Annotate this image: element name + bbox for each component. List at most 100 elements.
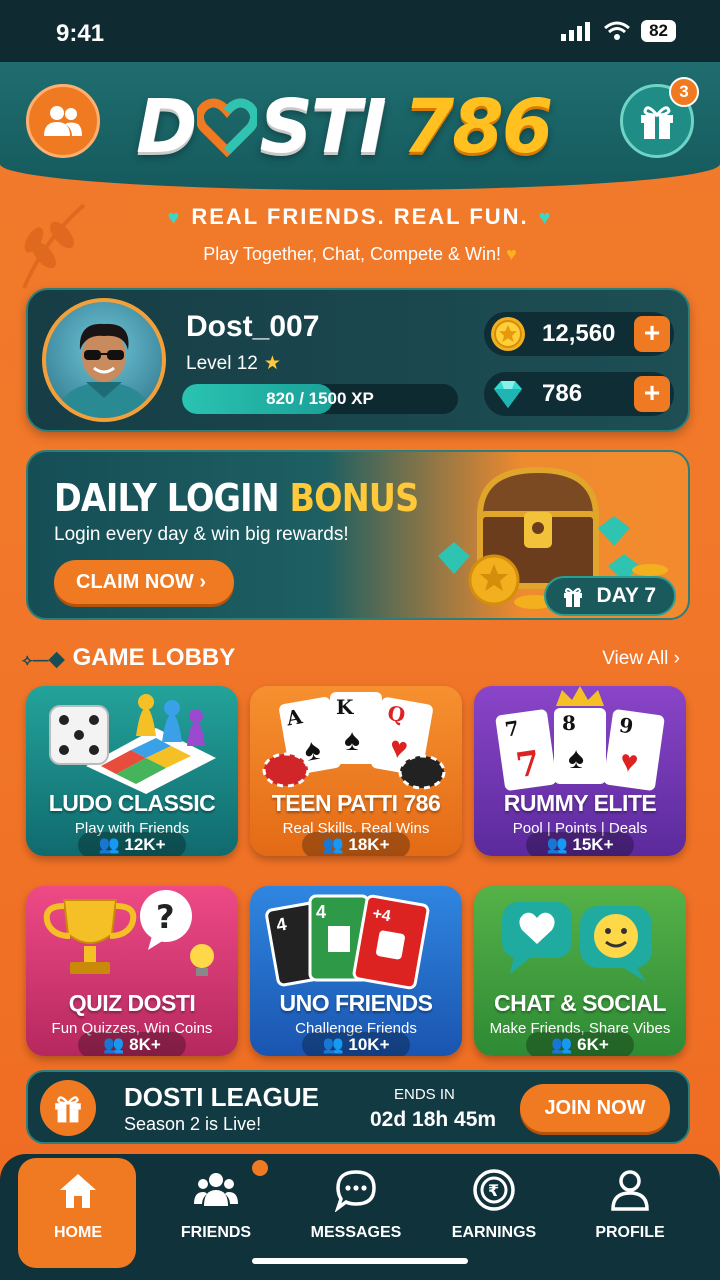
game-tile-ludo[interactable]: LUDO CLASSIC Play with Friends 👥 12K+	[26, 686, 238, 856]
nav-profile[interactable]: PROFILE	[570, 1158, 690, 1268]
nav-home[interactable]: HOME	[18, 1158, 136, 1268]
player-count-text: 6K+	[577, 1035, 609, 1054]
bonus-subtitle: Login every day & win big rewards!	[54, 524, 349, 545]
signal-icon	[561, 22, 591, 41]
user-avatar-icon	[56, 323, 152, 418]
chat-icon	[334, 1170, 376, 1212]
claim-now-button[interactable]: CLAIM NOW ›	[54, 560, 234, 604]
add-gems-button[interactable]: +	[634, 376, 670, 412]
join-now-button[interactable]: JOIN NOW	[520, 1084, 670, 1132]
ludo-board-icon	[49, 694, 216, 794]
daily-bonus-banner[interactable]: DAILY LOGIN BONUS Login every day & win …	[26, 450, 690, 620]
avatar[interactable]	[42, 298, 166, 422]
player-count-text: 18K+	[348, 835, 390, 854]
chevron-right-icon: ›	[199, 571, 206, 593]
heart-icon: ♥	[506, 244, 517, 264]
svg-text:+4: +4	[371, 906, 392, 926]
nav-label: PROFILE	[595, 1224, 665, 1241]
league-subtitle: Season 2 is Live!	[124, 1114, 262, 1134]
gift-button[interactable]: 3	[620, 77, 699, 158]
gift-icon	[641, 106, 673, 139]
game-tile-rummy[interactable]: 7 7 8 ♠ 9 ♥ RUMMY ELITE Pool | Points | …	[474, 686, 686, 856]
divider-ornament-icon: ⟡—◆	[22, 652, 65, 669]
game-tile-uno[interactable]: 4 4 +4 UNO FRIENDS Challenge Friends 👥 1…	[250, 886, 462, 1056]
status-bar: 9:41 82	[0, 0, 720, 62]
nav-label: FRIENDS	[180, 1224, 252, 1241]
friends-button[interactable]	[26, 84, 100, 158]
playing-cards-icon: A ♠ K ♠ Q ♥	[262, 692, 446, 790]
app-logo: D STI 786	[136, 82, 586, 172]
profile-card[interactable]: Dost_007 Level 12 ★ 820 / 1500 XP 12,560 …	[26, 288, 690, 432]
day-indicator: DAY 7	[544, 576, 676, 616]
player-count-text: 10K+	[348, 1035, 390, 1054]
users-icon: 👥	[98, 835, 120, 854]
nav-label: EARNINGS	[451, 1224, 537, 1241]
level-label: Level 12 ★	[186, 352, 281, 375]
claim-label: CLAIM NOW	[76, 571, 194, 593]
player-count: 👥 18K+	[302, 832, 410, 856]
nav-messages[interactable]: MESSAGES	[296, 1158, 416, 1268]
game-name: RUMMY ELITE	[503, 790, 657, 816]
player-count: 👥 6K+	[526, 1032, 634, 1056]
view-all-link[interactable]: View All ›	[602, 648, 680, 670]
person-icon	[611, 1170, 649, 1211]
users-icon: 👥	[546, 835, 568, 854]
logo-letter-d: D	[136, 84, 197, 170]
ends-in-label: ENDS IN	[394, 1086, 455, 1103]
league-icon	[40, 1080, 96, 1136]
gift-icon	[55, 1096, 81, 1123]
users-icon: 👥	[103, 1035, 125, 1054]
gem-balance: 786 +	[484, 372, 674, 416]
svg-text:8: 8	[562, 711, 576, 735]
player-count-text: 8K+	[129, 1035, 161, 1054]
uno-cards-icon: 4 4 +4	[265, 894, 430, 990]
view-all-label: View All	[602, 648, 669, 669]
wifi-icon	[604, 21, 631, 40]
home-indicator	[252, 1258, 468, 1264]
coin-amount: 12,560	[542, 320, 616, 347]
sub-tagline: Play Together, Chat, Compete & Win! ♥	[0, 244, 720, 265]
chat-bubbles-icon	[502, 902, 652, 982]
league-title: DOSTI LEAGUE	[124, 1082, 320, 1112]
tagline-text: REAL FRIENDS. REAL FUN.	[191, 204, 529, 229]
coin-icon: ₹	[473, 1169, 515, 1211]
trophy-quiz-icon: ?	[43, 890, 214, 976]
day-label: DAY 7	[596, 584, 656, 607]
game-name: CHAT & SOCIAL	[494, 990, 666, 1016]
rummy-cards-icon: 7 7 8 ♠ 9 ♥	[495, 686, 665, 791]
nav-earnings[interactable]: ₹ EARNINGS	[434, 1158, 554, 1268]
svg-text:4: 4	[316, 902, 326, 922]
player-count: 👥 8K+	[78, 1032, 186, 1056]
friends-icon	[194, 1173, 238, 1206]
countdown-timer: 02d 18h 45m	[370, 1108, 497, 1131]
player-count: 👥 12K+	[78, 832, 186, 856]
game-lobby-title: ⟡—◆ GAME LOBBY	[22, 644, 235, 672]
star-icon: ★	[263, 353, 281, 374]
game-tile-quiz[interactable]: ? QUIZ DOSTI Fun Quizzes, Win Coins 👥 8K…	[26, 886, 238, 1056]
sub-tagline-text: Play Together, Chat, Compete & Win!	[203, 244, 502, 264]
nav-label: HOME	[54, 1224, 102, 1241]
player-count: 👥 15K+	[526, 832, 634, 856]
status-time: 9:41	[56, 20, 105, 47]
heart-icon: ♥	[167, 207, 182, 229]
coin-balance: 12,560 +	[484, 312, 674, 356]
diamond-icon	[494, 381, 522, 408]
gem-amount: 786	[542, 380, 583, 407]
friends-notification-dot	[252, 1160, 268, 1176]
gift-badge: 3	[669, 77, 699, 107]
game-tile-teen-patti[interactable]: A ♠ K ♠ Q ♥ TEEN PATTI 786 Real Skills. …	[250, 686, 462, 856]
bonus-title-white: DAILY LOGIN	[54, 476, 290, 520]
logo-text-sti: STI	[259, 84, 386, 170]
status-icons: 82	[561, 20, 676, 42]
dosti-league-banner[interactable]: DOSTI LEAGUE Season 2 is Live! ENDS IN 0…	[26, 1070, 690, 1144]
game-name: TEEN PATTI 786	[271, 790, 441, 816]
add-coins-button[interactable]: +	[634, 316, 670, 352]
app-header: D STI 786 3	[0, 62, 720, 190]
game-tile-chat[interactable]: CHAT & SOCIAL Make Friends, Share Vibes …	[474, 886, 686, 1056]
nav-label: MESSAGES	[310, 1224, 402, 1241]
game-name: UNO FRIENDS	[279, 990, 433, 1016]
coin-icon	[491, 317, 525, 351]
player-count: 👥 10K+	[302, 1032, 410, 1056]
svg-text:♠: ♠	[344, 724, 360, 757]
svg-text:₹: ₹	[488, 1181, 499, 1200]
